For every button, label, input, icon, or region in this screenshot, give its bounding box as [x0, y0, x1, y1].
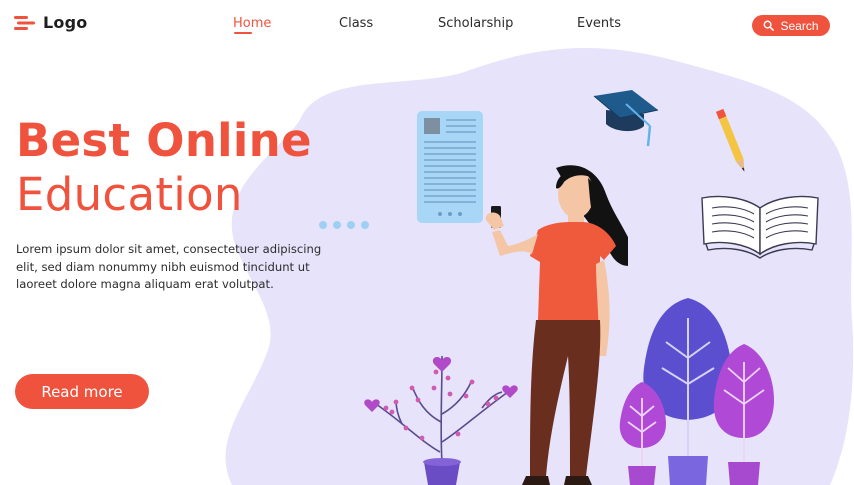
- trees-illustration: [619, 298, 774, 485]
- hero-description: Lorem ipsum dolor sit amet, consectetuer…: [16, 242, 322, 291]
- logo[interactable]: Logo: [14, 13, 87, 32]
- hero-title: Best Online Education: [16, 118, 312, 217]
- document-icon: [417, 111, 483, 223]
- nav-item-home[interactable]: Home: [233, 16, 271, 31]
- pencil-icon: [715, 108, 745, 172]
- hero-title-line1: Best Online: [16, 114, 312, 167]
- logo-text: Logo: [43, 13, 88, 32]
- search-icon: [764, 20, 775, 31]
- graduation-cap-icon: [593, 90, 659, 147]
- search-button[interactable]: Search: [752, 15, 830, 36]
- menu-logo-icon: [14, 15, 35, 30]
- nav-item-scholarship[interactable]: Scholarship: [438, 16, 513, 31]
- woman-with-phone-illustration: [485, 165, 628, 485]
- active-nav-underline: [234, 32, 252, 34]
- search-label: Search: [780, 18, 819, 33]
- open-book-icon: [701, 195, 819, 259]
- top-header: Logo Home Class Scholarship Events Searc…: [0, 0, 854, 48]
- nav-item-events[interactable]: Events: [577, 16, 621, 31]
- hero-title-line2: Education: [16, 168, 243, 221]
- nav-item-class[interactable]: Class: [339, 16, 373, 31]
- read-more-button[interactable]: Read more: [15, 374, 149, 409]
- dots-decoration: [319, 221, 369, 229]
